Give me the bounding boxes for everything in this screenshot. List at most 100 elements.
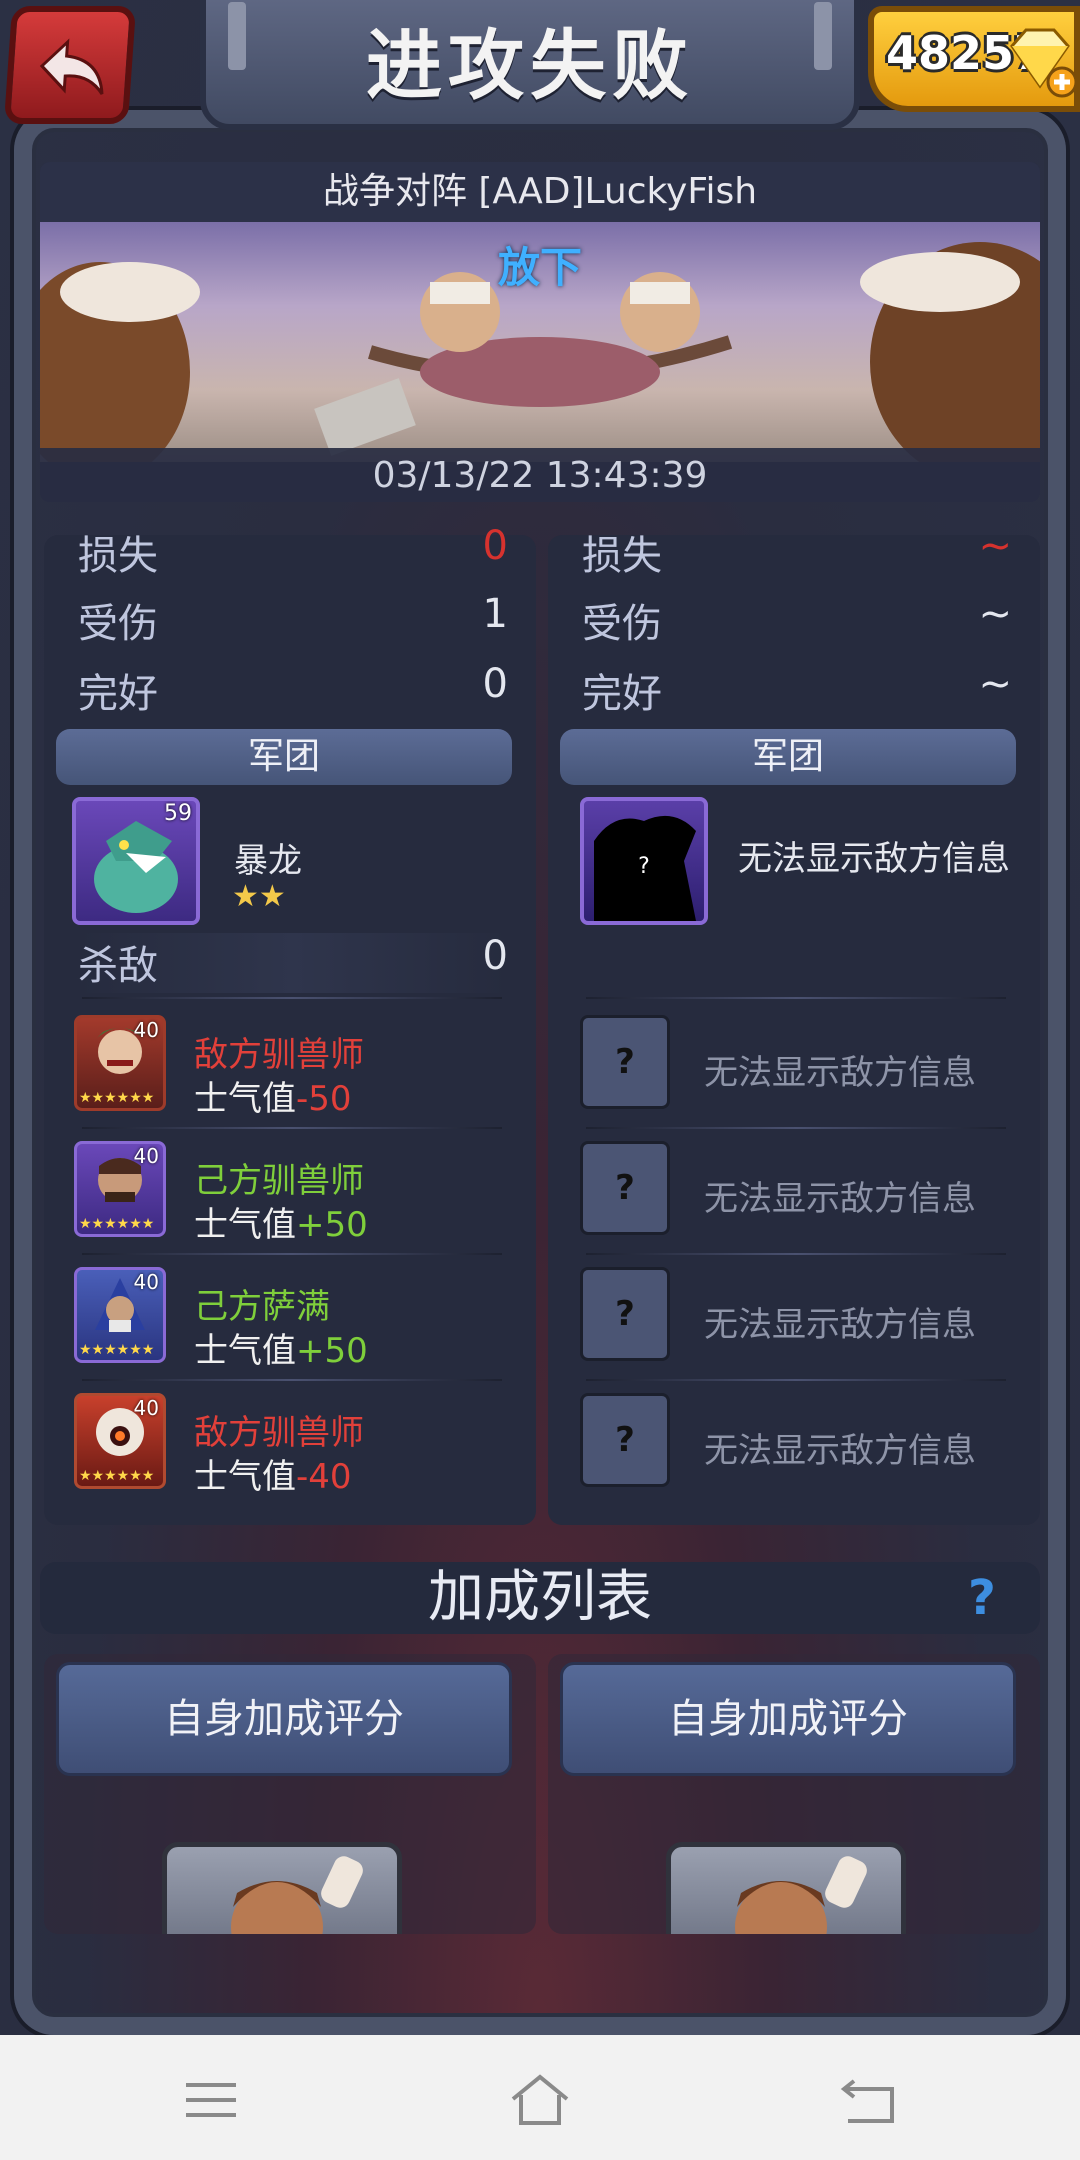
back-arrow-icon — [39, 38, 104, 95]
battle-label: 放下 — [497, 243, 582, 292]
log-morale: 士气值-40 — [194, 1449, 352, 1498]
log-stars: ★★★★★★ — [79, 1216, 155, 1232]
morale-label: 士气值 — [194, 1205, 296, 1245]
log-morale: 士气值+50 — [194, 1323, 368, 1372]
log-stars: ★★★★★★ — [79, 1090, 155, 1106]
stat-value: 0 — [482, 523, 508, 569]
log-name: 敌方驯兽师 — [194, 1035, 364, 1075]
bonus-card[interactable] — [666, 1842, 906, 1934]
divider — [82, 1253, 502, 1255]
self-bonus-score-button[interactable]: 自身加成评分 — [560, 1662, 1016, 1776]
stat-value: 1 — [482, 591, 508, 637]
morale-label: 士气值 — [194, 1079, 296, 1119]
bonus-panel-left: 自身加成评分 — [44, 1654, 536, 1934]
warrior-portrait-icon — [231, 1856, 363, 1934]
back-nav-icon[interactable] — [834, 2065, 904, 2135]
divider — [82, 997, 502, 999]
opponent-title: 战争对阵 [AAD]LuckyFish — [40, 162, 1040, 222]
self-bonus-score-button[interactable]: 自身加成评分 — [56, 1662, 512, 1776]
stat-value: 0 — [482, 661, 508, 707]
unknown-unit-icon[interactable]: ? — [580, 1267, 670, 1361]
log-morale: 士气值+50 — [194, 1197, 368, 1246]
unknown-unit-icon[interactable]: ? — [580, 1141, 670, 1235]
bonus-list-header: 加成列表 ? — [40, 1562, 1040, 1634]
stat-row-injured: 受伤 1 — [78, 591, 508, 651]
stat-row-intact: 完好 0 — [78, 661, 508, 721]
stat-label: 损失 — [78, 533, 158, 579]
divider — [586, 1127, 1006, 1129]
morale-label: 士气值 — [194, 1457, 296, 1497]
divider — [82, 1127, 502, 1129]
enemy-beast-tamer-icon[interactable]: 40 ★★★★★★ — [74, 1393, 166, 1489]
stat-row-injured: 受伤 ~ — [582, 591, 1012, 651]
defender-panel: 损失 ~ 受伤 ~ 完好 ~ 军团 ? 无法显示敌方信息 ? 无法显示敌方信息 … — [548, 523, 1040, 1525]
menu-icon[interactable] — [176, 2065, 246, 2135]
silhouette-icon: ? — [594, 815, 696, 921]
kills-value: 0 — [482, 933, 508, 979]
attacker-panel: 损失 0 受伤 1 完好 0 军团 59 暴龙 ★★ 杀敌 0 40 ★★★★★… — [44, 523, 536, 1525]
bonus-card[interactable] — [162, 1842, 402, 1934]
stat-row-loss: 损失 ~ — [582, 523, 1012, 583]
ally-shaman-icon[interactable]: 40 ★★★★★★ — [74, 1267, 166, 1363]
log-morale: 士气值-50 — [194, 1071, 352, 1120]
gem-counter[interactable]: 48257 — [868, 6, 1080, 112]
help-icon[interactable]: ? — [968, 1562, 996, 1634]
stat-label: 完好 — [78, 671, 158, 717]
log-name: 敌方驯兽师 — [194, 1413, 364, 1453]
stat-row-loss: 损失 0 — [78, 523, 508, 583]
unknown-info-text: 无法显示敌方信息 — [704, 1179, 976, 1219]
stat-label: 受伤 — [582, 601, 662, 647]
log-name: 己方萨满 — [194, 1287, 330, 1327]
system-navigation-bar — [0, 2035, 1080, 2160]
log-stars: ★★★★★★ — [79, 1342, 155, 1358]
unit-stars: ★★ — [232, 879, 286, 914]
legion-header: 军团 — [560, 729, 1016, 785]
unknown-unit-text: 无法显示敌方信息 — [738, 839, 1010, 879]
warrior-portrait-icon — [735, 1856, 867, 1934]
unknown-unit-icon[interactable]: ? — [580, 1015, 670, 1109]
morale-value: -40 — [296, 1457, 352, 1497]
log-level: 40 — [133, 1396, 159, 1420]
unknown-mark: ? — [638, 854, 650, 879]
stat-row-intact: 完好 ~ — [582, 661, 1012, 721]
diamond-plus-icon — [1010, 28, 1076, 98]
divider — [586, 997, 1006, 999]
stat-value: ~ — [978, 661, 1012, 707]
unknown-info-text: 无法显示敌方信息 — [704, 1431, 976, 1471]
stat-label: 受伤 — [78, 601, 158, 647]
title-plate: 进攻失败 — [200, 0, 860, 130]
legion-header: 军团 — [56, 729, 512, 785]
kills-label: 杀敌 — [78, 943, 158, 989]
log-stars: ★★★★★★ — [79, 1468, 155, 1484]
stat-value: ~ — [978, 591, 1012, 637]
battle-banner: 战争对阵 [AAD]LuckyFish 放下 03/13/22 13:43:39 — [40, 162, 1040, 502]
kills-row: 杀敌 0 — [78, 933, 508, 993]
log-name: 己方驯兽师 — [194, 1161, 364, 1201]
divider — [82, 1379, 502, 1381]
log-level: 40 — [133, 1018, 159, 1042]
morale-value: +50 — [296, 1331, 368, 1371]
bonus-list-title: 加成列表 — [428, 1565, 652, 1630]
back-button[interactable] — [3, 6, 137, 124]
morale-value: +50 — [296, 1205, 368, 1245]
unit-name: 暴龙 — [234, 841, 302, 881]
battle-timestamp: 03/13/22 13:43:39 — [40, 448, 1040, 502]
log-level: 40 — [133, 1270, 159, 1294]
unknown-unit-portrait[interactable]: ? — [580, 797, 708, 925]
divider — [586, 1379, 1006, 1381]
unit-portrait[interactable]: 59 — [72, 797, 200, 925]
home-icon[interactable] — [505, 2065, 575, 2135]
log-level: 40 — [133, 1144, 159, 1168]
stat-label: 完好 — [582, 671, 662, 717]
unknown-unit-icon[interactable]: ? — [580, 1393, 670, 1487]
enemy-beast-tamer-icon[interactable]: 40 ★★★★★★ — [74, 1015, 166, 1111]
unknown-info-text: 无法显示敌方信息 — [704, 1053, 976, 1093]
stat-label: 损失 — [582, 533, 662, 579]
morale-label: 士气值 — [194, 1331, 296, 1371]
page-title: 进攻失败 — [366, 21, 694, 110]
ally-beast-tamer-icon[interactable]: 40 ★★★★★★ — [74, 1141, 166, 1237]
morale-value: -50 — [296, 1079, 352, 1119]
divider — [586, 1253, 1006, 1255]
unknown-info-text: 无法显示敌方信息 — [704, 1305, 976, 1345]
unit-level: 59 — [164, 801, 192, 826]
